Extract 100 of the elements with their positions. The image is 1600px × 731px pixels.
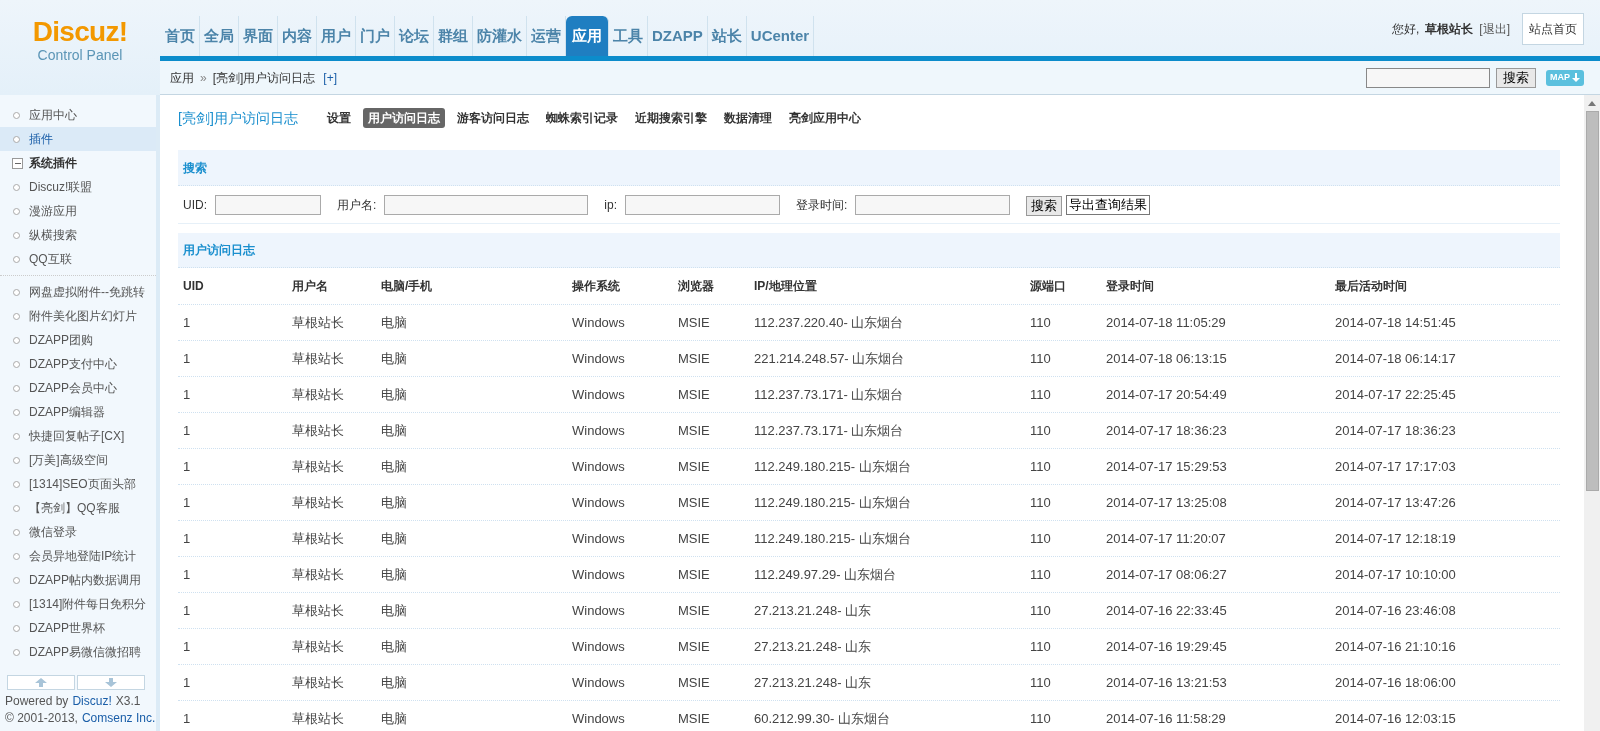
sidebar-item[interactable]: DZAPP支付中心 [0,352,156,376]
plugin-title: [亮剑]用户访问日志 [178,108,298,128]
sidebar-item[interactable]: 漫游应用 [0,199,156,223]
plugin-tab[interactable]: 用户访问日志 [362,108,445,128]
sidebar-item[interactable]: DZAPP帖内数据调用 [0,568,156,592]
search-input[interactable] [215,194,321,215]
sidebar-item[interactable]: 纵横搜索 [0,223,156,247]
sidebar-item[interactable]: 会员异地登陆IP统计 [0,544,156,568]
add-shortcut-link[interactable]: [+] [323,68,338,87]
nav-tab[interactable]: 应用 [566,16,609,56]
table-cell-text: MSIE [678,673,711,692]
table-cell-text: 60.212.99.30- 山东烟台 [754,709,891,728]
table-cell-text: 112.249.180.215- 山东烟台 [754,493,912,512]
scroll-up-button[interactable] [7,675,75,690]
export-button[interactable]: 导出查询结果 [1066,194,1151,215]
table-cell-text: 112.237.73.171- 山东烟台 [754,385,905,404]
table-cell-text: 1 [183,313,192,332]
sidebar-item[interactable]: DZAPP世界杯 [0,616,156,640]
sidebar-item[interactable]: 【亮剑】QQ客服 [0,496,156,520]
search-input[interactable] [625,194,781,215]
search-input[interactable] [384,194,589,215]
table-cell-text: 草根站长 [292,637,345,656]
search-input[interactable] [855,194,1011,215]
plugin-tab[interactable]: 游客访问日志 [451,108,534,128]
table-cell-text: 1 [183,457,192,476]
plugin-tab[interactable]: 数据清理 [718,108,777,128]
sidebar-item[interactable]: [1314]附件每日免积分 [0,592,156,616]
table-cell-text: 草根站长 [292,601,345,620]
logout-link[interactable]: [退出] [1479,20,1510,38]
bullet-icon [13,624,20,632]
sidebar-item[interactable]: DZAPP编辑器 [0,400,156,424]
breadcrumb-current: [亮剑]用户访问日志 [212,69,316,87]
table-cell-text: 1 [183,493,192,512]
table-cell-text: Windows [572,601,626,620]
sidebar-item[interactable]: 插件 [0,127,156,151]
search-button[interactable]: 搜索 [1496,67,1536,88]
scrollbar[interactable] [1584,95,1600,731]
sidebar-item[interactable]: 应用中心 [0,103,156,127]
table-panel-header: 用户访问日志 [178,233,1560,268]
breadcrumb-separator: » [200,69,207,87]
table-cell-text: 110 [1030,637,1052,656]
table-cell-text: 电脑 [381,313,408,332]
sidebar-item[interactable]: 微信登录 [0,520,156,544]
sidebar-item[interactable]: QQ互联 [0,247,156,271]
table-cell-text: 1 [183,673,192,692]
sidebar-item[interactable]: [万美]高级空间 [0,448,156,472]
table-cell-text: 1 [183,601,192,620]
down-arrow-icon [1572,73,1580,82]
table-cell-text: 110 [1030,349,1052,368]
table-cell-text: 电脑 [381,565,408,584]
sidebar-item[interactable]: 附件美化图片幻灯片 [0,304,156,328]
discuz-link[interactable]: Discuz! [72,693,112,710]
table-cell-text: MSIE [678,565,711,584]
table-cell-text: 2014-07-17 13:47:26 [1335,493,1457,512]
table-cell-text: 电脑 [381,385,408,404]
site-home-button[interactable]: 站点首页 [1522,13,1584,45]
plugin-tab[interactable]: 设置 [321,108,356,128]
table-cell-text: 110 [1030,313,1052,332]
bullet-icon [13,456,20,464]
plugin-tab[interactable]: 亮剑应用中心 [783,108,866,128]
search-field[interactable] [1366,67,1490,88]
table-cell-text: 27.213.21.248- 山东 [754,673,873,692]
collapse-icon[interactable] [12,157,23,169]
column-header: 登录时间 [1106,278,1155,295]
sidebar-group-title[interactable]: 系统插件 [29,154,77,172]
plugin-tab[interactable]: 近期搜索引擎 [629,108,712,128]
table-cell-text: 电脑 [381,637,408,656]
table-cell-text: 草根站长 [292,709,345,728]
table-cell-text: 2014-07-16 11:58:29 [1106,709,1227,728]
search-submit-button[interactable]: 搜索 [1026,195,1063,216]
logo-subtitle: Control Panel [37,46,123,64]
sidebar-item[interactable]: 快捷回复帖子[CX] [0,424,156,448]
sidebar-item[interactable]: 网盘虚拟附件--免跳转 [0,280,156,304]
table-cell-text: Windows [572,457,626,476]
copyright-text: © 2001-2013, [5,710,78,727]
table-cell-text: 2014-07-17 11:20:07 [1106,529,1227,548]
plugin-tab[interactable]: 蜘蛛索引记录 [540,108,623,128]
table-cell-text: 2014-07-16 18:06:00 [1335,673,1457,692]
sidebar-item[interactable]: DZAPP易微信微招聘 [0,640,156,664]
table-cell-text: 112.237.220.40- 山东烟台 [754,313,905,332]
breadcrumb-link[interactable]: 应用 [170,68,194,87]
table-cell-text: MSIE [678,385,711,404]
table-cell-text: 2014-07-17 08:06:27 [1106,565,1228,584]
company-link[interactable]: Comsenz Inc. [81,710,156,727]
field-label: UID: [183,196,207,214]
version-text: X3.1 [115,693,141,710]
sidebar-item[interactable]: Discuz!联盟 [0,175,156,199]
sidebar-item[interactable]: DZAPP会员中心 [0,376,156,400]
table-cell-text: 1 [183,637,192,656]
table-cell-text: 2014-07-18 06:14:17 [1335,349,1457,368]
column-header: 电脑/手机 [381,278,434,295]
table-cell-text: 电脑 [381,421,408,440]
table-cell-text: 2014-07-17 18:36:23 [1106,421,1228,440]
scroll-down-button[interactable] [77,675,145,690]
table-cell-text: 1 [183,709,192,728]
bullet-icon [13,288,20,296]
sidebar-item[interactable]: DZAPP团购 [0,328,156,352]
table-cell-text: 草根站长 [292,529,345,548]
table-cell-text: 221.214.248.57- 山东烟台 [754,349,906,368]
sidebar-item[interactable]: [1314]SEO页面头部 [0,472,156,496]
